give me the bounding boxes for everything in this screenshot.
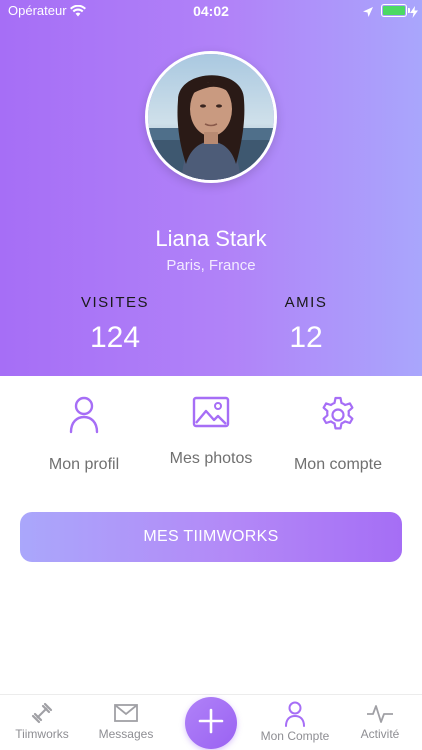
tab-activity[interactable]: Activité	[338, 695, 422, 750]
my-profile-label: Mon profil	[48, 456, 120, 473]
stat-friends-value: 12	[289, 321, 323, 354]
pulse-icon	[338, 701, 422, 725]
profile-header: Opérateur 04:02 Liana Stark Paris, Franc…	[0, 0, 422, 376]
tab-my-account-label: Mon Compte	[260, 729, 330, 743]
stat-visits-label: VISITES	[80, 294, 150, 311]
dumbbell-icon	[0, 701, 84, 725]
tab-my-account[interactable]: Mon Compte	[253, 695, 337, 750]
tab-tiimworks-label: Tiimworks	[15, 727, 69, 741]
my-account-button[interactable]: Mon compte	[268, 396, 408, 474]
tab-messages-label: Messages	[98, 727, 154, 741]
avatar[interactable]	[145, 51, 277, 183]
my-photos-button[interactable]: Mes photos	[141, 396, 281, 468]
profile-location: Paris, France	[166, 257, 256, 274]
stat-visits-value: 124	[89, 321, 141, 354]
profile-name: Liana Stark	[155, 226, 267, 251]
my-profile-button[interactable]: Mon profil	[14, 396, 154, 474]
stat-friends: AMIS 12	[226, 294, 386, 355]
tab-tiimworks[interactable]: Tiimworks	[0, 695, 84, 750]
gear-icon	[268, 396, 408, 434]
my-account-label: Mon compte	[293, 456, 383, 473]
my-tiimworks-button[interactable]: MES TIIMWORKS	[20, 512, 402, 562]
stat-friends-label: AMIS	[284, 294, 328, 311]
tab-activity-label: Activité	[360, 727, 400, 741]
user-icon	[253, 701, 337, 727]
battery-icon	[381, 4, 410, 17]
plus-icon	[198, 708, 224, 739]
status-bar: Opérateur 04:02	[0, 0, 422, 24]
location-arrow-icon	[362, 5, 374, 23]
charging-bolt-icon	[410, 5, 418, 23]
clock: 04:02	[193, 3, 229, 19]
user-icon	[14, 396, 154, 434]
envelope-icon	[84, 701, 168, 725]
stat-visits: VISITES 124	[35, 294, 195, 355]
tab-messages[interactable]: Messages	[84, 695, 168, 750]
image-icon	[141, 396, 281, 428]
my-photos-label: Mes photos	[169, 450, 253, 467]
add-button[interactable]	[185, 697, 237, 749]
